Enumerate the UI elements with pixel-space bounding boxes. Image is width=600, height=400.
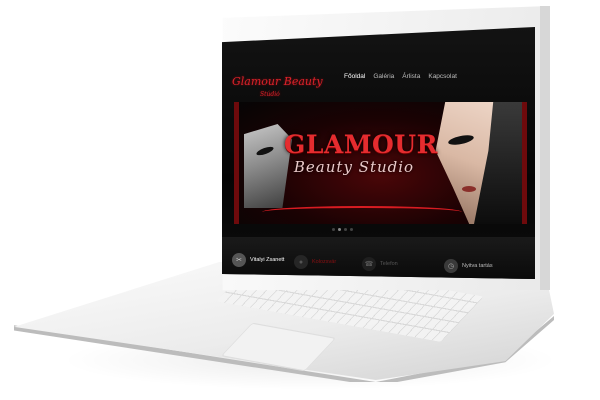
laptop-scene: Glamour Beauty Stúdió Főoldal Galéria Ár… — [0, 0, 600, 400]
slide-dot-active[interactable] — [338, 228, 341, 231]
nav-item-gallery[interactable]: Galéria — [369, 73, 398, 80]
info-item-phone[interactable]: ☎ Telefon — [362, 257, 398, 271]
slide-indicators — [332, 228, 353, 231]
nav-item-pricelist[interactable]: Árlista — [398, 73, 424, 80]
phone-icon: ☎ — [362, 257, 376, 271]
slider-frame — [234, 102, 527, 224]
info-item-label: Telefon — [380, 261, 398, 267]
slide-dot[interactable] — [350, 228, 353, 231]
slide-dot[interactable] — [344, 228, 347, 231]
info-item-label: Kolozsvár — [312, 259, 337, 265]
nav-item-contact[interactable]: Kapcsolat — [424, 73, 461, 80]
nav-item-home[interactable]: Főoldal — [340, 73, 369, 80]
main-nav: Főoldal Galéria Árlista Kapcsolat — [340, 73, 461, 80]
info-item-owner[interactable]: ✂ Vitalyi Zsanett — [232, 253, 284, 267]
location-icon: ● — [294, 255, 308, 269]
info-item-hours[interactable]: ◷ Nyitva tartás — [444, 259, 493, 273]
info-item-label: Vitalyi Zsanett — [250, 257, 285, 263]
hero-slider[interactable]: GLAMOUR Beauty Studio — [234, 102, 527, 224]
laptop-lid-edge — [540, 6, 550, 290]
slide-dot[interactable] — [332, 228, 335, 231]
logo-subtitle: Stúdió — [260, 91, 280, 98]
logo-name: Glamour Beauty — [232, 75, 323, 88]
info-item-location[interactable]: ● Kolozsvár — [294, 255, 336, 269]
laptop-screen: Glamour Beauty Stúdió Főoldal Galéria Ár… — [222, 27, 535, 279]
clock-icon: ◷ — [444, 259, 458, 273]
scissors-icon: ✂ — [232, 253, 246, 267]
info-item-label: Nyitva tartás — [462, 263, 493, 269]
